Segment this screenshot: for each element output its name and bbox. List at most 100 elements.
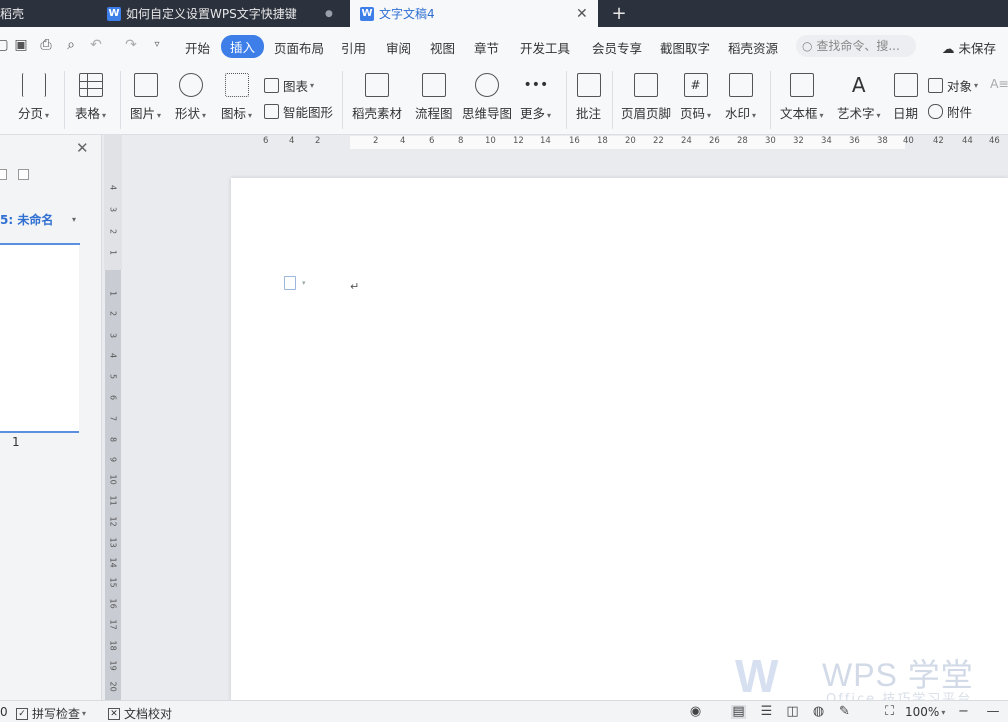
web-view-icon[interactable]: ◍ xyxy=(811,705,826,719)
navigation-panel: ✕ 5: 未命名 ▾ 1 xyxy=(0,135,102,700)
chevron-down-icon[interactable]: ▾ xyxy=(72,215,76,224)
zoom-value: 100% xyxy=(905,705,940,719)
table-button[interactable]: 表格 ▾ xyxy=(75,73,106,122)
tab-document-4[interactable]: W 文字文稿4 ✕ xyxy=(350,0,598,27)
docer-material-button[interactable]: 稻壳素材 xyxy=(352,73,402,122)
zoom-out-icon[interactable]: − xyxy=(956,705,971,719)
checkmark-icon: ✓ xyxy=(16,707,28,720)
menu-docer-resources[interactable]: 稻壳资源 xyxy=(728,38,778,57)
menu-member[interactable]: 会员专享 xyxy=(592,38,642,57)
more-button[interactable]: ••• 更多 ▾ xyxy=(520,73,551,122)
customize-toolbar-icon[interactable]: ▿ xyxy=(149,37,165,53)
document-page[interactable] xyxy=(231,178,1008,700)
vertical-ruler[interactable]: 4 3 2 1 1 2 3 4 5 6 7 8 9 10 11 12 13 14 15 16 17 18 19 20 xyxy=(104,135,122,700)
ruler-tick-label: 34 xyxy=(821,136,832,146)
smart-graphic-icon xyxy=(264,104,279,119)
textbox-icon xyxy=(789,73,814,97)
more-label: 更多 xyxy=(520,106,546,121)
ruler-tick-label: 26 xyxy=(709,136,720,146)
tab-label: 文字文稿4 xyxy=(379,7,435,21)
chart-button[interactable]: 图表 ▾ xyxy=(264,76,314,95)
ruler-tick-label: 30 xyxy=(765,136,776,146)
save-icon[interactable]: ▣ xyxy=(13,37,29,53)
horizontal-ruler[interactable]: 6 4 2 2 4 6 8 10 12 14 16 18 20 22 24 26 28 30 32 34 36 38 40 4… xyxy=(122,135,1008,150)
expand-icon[interactable] xyxy=(0,169,7,180)
paste-options-icon[interactable] xyxy=(284,276,296,290)
collapse-icon[interactable] xyxy=(18,169,29,180)
undo-icon[interactable]: ↶ xyxy=(88,37,104,53)
close-icon[interactable]: ✕ xyxy=(576,6,588,22)
menu-page-layout[interactable]: 页面布局 xyxy=(274,38,324,57)
textbox-button[interactable]: 文本框 ▾ xyxy=(780,73,824,122)
page-number-button[interactable]: # 页码 ▾ xyxy=(680,73,711,122)
spell-check-label: 拼写检查 xyxy=(32,707,81,721)
reading-view-icon[interactable]: ◫ xyxy=(785,705,800,719)
header-footer-button[interactable]: 页眉页脚 xyxy=(621,73,671,122)
menu-insert[interactable]: 插入 xyxy=(221,35,265,58)
ruler-tick-label: 44 xyxy=(962,136,973,146)
ruler-tick-label: 10 xyxy=(108,474,118,485)
zoom-level[interactable]: 100% ▾ xyxy=(905,705,945,719)
new-tab-button[interactable]: + xyxy=(608,0,630,27)
page-break-button[interactable]: 分页 ▾ xyxy=(18,73,49,122)
unsaved-dot-icon[interactable]: ● xyxy=(325,9,333,19)
print-icon[interactable]: ⎙ xyxy=(38,37,54,53)
menu-view[interactable]: 视图 xyxy=(430,38,455,57)
outline-view-icon[interactable]: ☰ xyxy=(759,705,774,719)
object-button[interactable]: 对象 ▾ xyxy=(928,76,978,95)
menu-home[interactable]: 开始 xyxy=(185,38,210,57)
page-thumbnail[interactable] xyxy=(0,245,79,433)
mindmap-button[interactable]: 思维导图 xyxy=(462,73,512,122)
menu-references[interactable]: 引用 xyxy=(341,38,366,57)
flowchart-button[interactable]: 流程图 xyxy=(415,73,453,122)
page-view-icon[interactable]: ▤ xyxy=(731,705,746,719)
calendar-icon xyxy=(893,73,918,97)
redo-icon[interactable]: ↷ xyxy=(123,37,139,53)
insert-ribbon: 分页 ▾ 表格 ▾ 图片 ▾ 形状 ▾ 图标 ▾ 图表 ▾ 智能图形 稻壳素材 流程图 思维… xyxy=(0,65,1008,135)
watermark-label: 水印 xyxy=(725,106,751,121)
tab-shortcut-article[interactable]: W 如何自定义设置WPS文字快捷键 ● xyxy=(99,0,345,27)
menu-review[interactable]: 审阅 xyxy=(386,38,411,57)
icon-button[interactable]: 图标 ▾ xyxy=(221,73,252,122)
thumbnail-page-number: 1 xyxy=(12,435,20,449)
ruler-tick-label: 13 xyxy=(108,537,118,548)
pen-icon[interactable]: ✎ xyxy=(837,705,852,719)
tab-docer[interactable]: 稻壳 xyxy=(0,0,94,27)
cloud-save-status[interactable]: ☁ 未保存 xyxy=(942,38,996,57)
menu-chapter[interactable]: 章节 xyxy=(474,38,499,57)
ruler-tick-label: 42 xyxy=(933,136,944,146)
status-value: 0 xyxy=(0,705,8,719)
shape-button[interactable]: 形状 ▾ xyxy=(175,73,206,122)
print-preview-icon[interactable]: ⌕ xyxy=(63,37,79,53)
folder-icon[interactable]: ▢ xyxy=(0,37,10,53)
attachment-button[interactable]: 附件 xyxy=(928,102,972,121)
section-title[interactable]: 5: 未命名 xyxy=(0,211,53,228)
chevron-down-icon[interactable]: ▾ xyxy=(302,279,306,287)
zoom-slider[interactable]: — xyxy=(978,705,1008,719)
date-button[interactable]: 日期 xyxy=(893,73,918,122)
chevron-down-icon: ▾ xyxy=(202,111,207,120)
ruler-tick-label: 14 xyxy=(540,136,551,146)
doc-proofread-button[interactable]: ✕ 文档校对 xyxy=(108,705,172,722)
wps-writer-icon: W xyxy=(360,6,374,21)
menu-screenshot-ocr[interactable]: 截图取字 xyxy=(660,38,710,57)
watermark-button[interactable]: 水印 ▾ xyxy=(725,73,756,122)
ruler-tick-label: 10 xyxy=(485,136,496,146)
shape-label: 形状 xyxy=(175,106,201,121)
menu-developer[interactable]: 开发工具 xyxy=(520,38,570,57)
close-icon[interactable]: ✕ xyxy=(76,139,89,157)
spell-check-toggle[interactable]: ✓ 拼写检查 ▾ xyxy=(16,705,86,722)
picture-button[interactable]: 图片 ▾ xyxy=(130,73,161,122)
overflow-icon[interactable]: A≡ xyxy=(990,76,1008,91)
fit-page-icon[interactable]: ⛶ xyxy=(882,705,897,719)
ruler-tick-label: 20 xyxy=(625,136,636,146)
ruler-tick-label: 16 xyxy=(569,136,580,146)
command-search-input[interactable]: ○ 查找命令、搜... xyxy=(796,35,916,57)
tab-label: 稻壳 xyxy=(0,7,25,21)
ruler-tick-label: 8 xyxy=(458,136,464,146)
wordart-button[interactable]: A 艺术字 ▾ xyxy=(837,73,881,122)
comment-button[interactable]: 批注 xyxy=(576,73,601,122)
smart-graphic-button[interactable]: 智能图形 xyxy=(264,102,333,121)
ruler-tick-label: 2 xyxy=(108,228,118,235)
eye-icon[interactable]: ◉ xyxy=(688,705,703,719)
